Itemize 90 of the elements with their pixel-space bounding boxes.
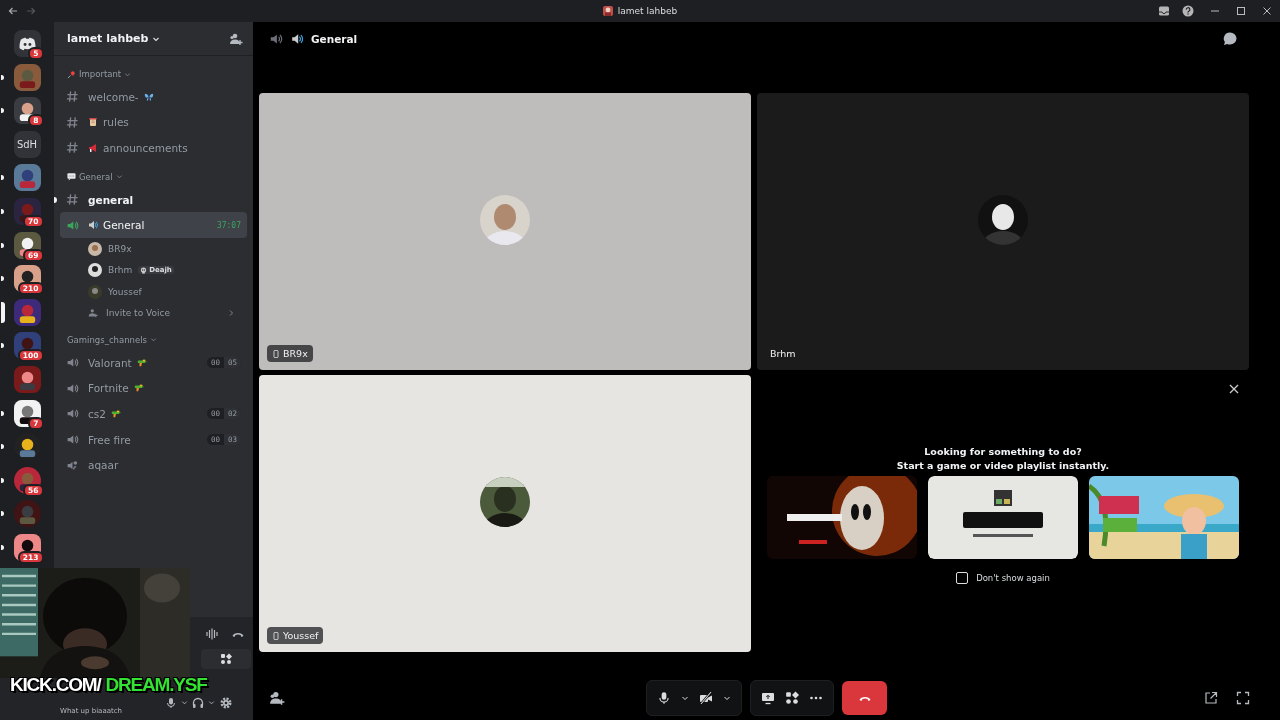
speaker-icon bbox=[66, 356, 79, 370]
speaker-icon bbox=[66, 407, 79, 421]
participant-name: BR9x bbox=[267, 345, 313, 362]
video-tile[interactable]: Brhm bbox=[757, 93, 1249, 370]
video-tile[interactable]: BR9x bbox=[259, 93, 751, 370]
speaker-icon bbox=[66, 433, 79, 447]
speech-balloon-icon bbox=[67, 172, 76, 182]
participant-name: Brhm bbox=[769, 347, 797, 361]
channel-item[interactable]: Fortnite bbox=[60, 375, 247, 402]
checkbox[interactable] bbox=[956, 572, 969, 584]
channel-title: General bbox=[311, 32, 358, 45]
speaker-icon bbox=[291, 32, 303, 45]
pushpin-icon bbox=[67, 69, 76, 79]
channel-name: Valorant bbox=[88, 356, 132, 369]
category-header[interactable]: Important bbox=[79, 69, 122, 79]
stream-overlay-text: KICK.COM/ DREAM.YSF bbox=[10, 674, 207, 696]
promo-subtitle: Start a game or video playlist instantly. bbox=[896, 458, 1110, 472]
invite-to-voice-link[interactable]: Invite to Voice bbox=[106, 308, 170, 319]
unread-indicator bbox=[54, 196, 57, 203]
close-icon[interactable] bbox=[1262, 6, 1272, 16]
channel-name: welcome- bbox=[88, 90, 139, 103]
user-avatar[interactable] bbox=[88, 263, 102, 278]
caret-icon[interactable] bbox=[208, 699, 215, 706]
channel-name: cs2 bbox=[88, 407, 106, 420]
channel-item[interactable]: General 37:07 bbox=[60, 212, 247, 238]
window-title: lamet lahbeb bbox=[617, 6, 678, 16]
speaker-icon bbox=[66, 381, 79, 395]
server-icon[interactable] bbox=[13, 399, 41, 427]
hash-icon bbox=[66, 115, 79, 129]
server-name[interactable]: lamet lahbeb bbox=[67, 32, 149, 45]
category-header[interactable]: General bbox=[79, 171, 113, 182]
stage-icon bbox=[66, 458, 79, 472]
mobile-phone-icon bbox=[272, 349, 280, 358]
member-name[interactable]: Youssef bbox=[108, 286, 142, 297]
back-icon[interactable] bbox=[8, 6, 18, 16]
caret-icon[interactable] bbox=[723, 694, 731, 702]
channel-name: Free fire bbox=[88, 433, 131, 446]
sound-wave-icon[interactable] bbox=[205, 627, 219, 641]
channel-item[interactable]: rules bbox=[60, 109, 247, 136]
settings-icon[interactable] bbox=[219, 695, 233, 710]
activities-icon[interactable] bbox=[785, 691, 799, 705]
channel-name: general bbox=[88, 193, 134, 206]
server-icon[interactable]: SdH bbox=[13, 130, 41, 158]
channel-item[interactable]: aqaar bbox=[60, 452, 247, 478]
speaker-icon bbox=[66, 218, 79, 232]
caret-icon[interactable] bbox=[181, 699, 188, 706]
add-member-icon[interactable] bbox=[229, 31, 243, 46]
chat-icon[interactable] bbox=[1222, 30, 1238, 47]
maximize-icon[interactable] bbox=[1236, 6, 1246, 16]
screen-share-icon[interactable] bbox=[761, 691, 775, 705]
channel-item[interactable]: announcements bbox=[60, 135, 247, 161]
channel-name: aqaar bbox=[88, 459, 119, 472]
hash-icon bbox=[66, 90, 79, 104]
camera-off-icon[interactable] bbox=[699, 691, 713, 705]
call-timer: 37:07 bbox=[216, 220, 241, 230]
channel-name: General bbox=[103, 219, 145, 232]
activities-icon bbox=[220, 653, 232, 665]
caret-icon[interactable] bbox=[681, 694, 689, 702]
microphone-icon[interactable] bbox=[165, 696, 177, 709]
server-icon[interactable] bbox=[13, 365, 41, 393]
server-avatar-icon bbox=[602, 6, 613, 16]
participant-name: Youssef bbox=[267, 627, 324, 644]
microphone-icon[interactable] bbox=[657, 691, 671, 705]
channel-name: rules bbox=[103, 116, 129, 129]
pop-out-icon[interactable] bbox=[1204, 691, 1218, 705]
add-member-icon bbox=[88, 308, 98, 319]
channel-item[interactable]: welcome- bbox=[60, 84, 247, 110]
member-name[interactable]: Brhm bbox=[108, 265, 133, 276]
checkbox-label: Don't show again bbox=[976, 573, 1050, 583]
channel-item[interactable]: general bbox=[60, 186, 247, 213]
add-member-icon[interactable] bbox=[269, 690, 285, 706]
member-name[interactable]: BR9x bbox=[108, 243, 132, 254]
help-icon[interactable] bbox=[1182, 5, 1194, 17]
activities-button[interactable] bbox=[201, 649, 251, 669]
channel-name: announcements bbox=[103, 142, 188, 154]
video-tile[interactable]: Youssef bbox=[259, 375, 751, 652]
user-avatar[interactable] bbox=[88, 241, 102, 256]
mobile-phone-icon bbox=[272, 631, 280, 640]
headphones-icon[interactable] bbox=[192, 696, 204, 709]
skull-icon bbox=[140, 266, 148, 274]
hash-icon bbox=[66, 141, 79, 155]
category-header[interactable]: Gamings_channels bbox=[67, 334, 147, 345]
leave-call-button[interactable] bbox=[842, 681, 887, 715]
close-icon[interactable] bbox=[1228, 383, 1240, 395]
channel-name: Fortnite bbox=[88, 382, 129, 395]
promo-title: Looking for something to do? bbox=[924, 445, 1082, 459]
hash-icon bbox=[66, 193, 79, 207]
server-icon[interactable] bbox=[13, 298, 41, 326]
fullscreen-icon[interactable] bbox=[1236, 691, 1250, 705]
inbox-icon[interactable] bbox=[1158, 5, 1170, 17]
